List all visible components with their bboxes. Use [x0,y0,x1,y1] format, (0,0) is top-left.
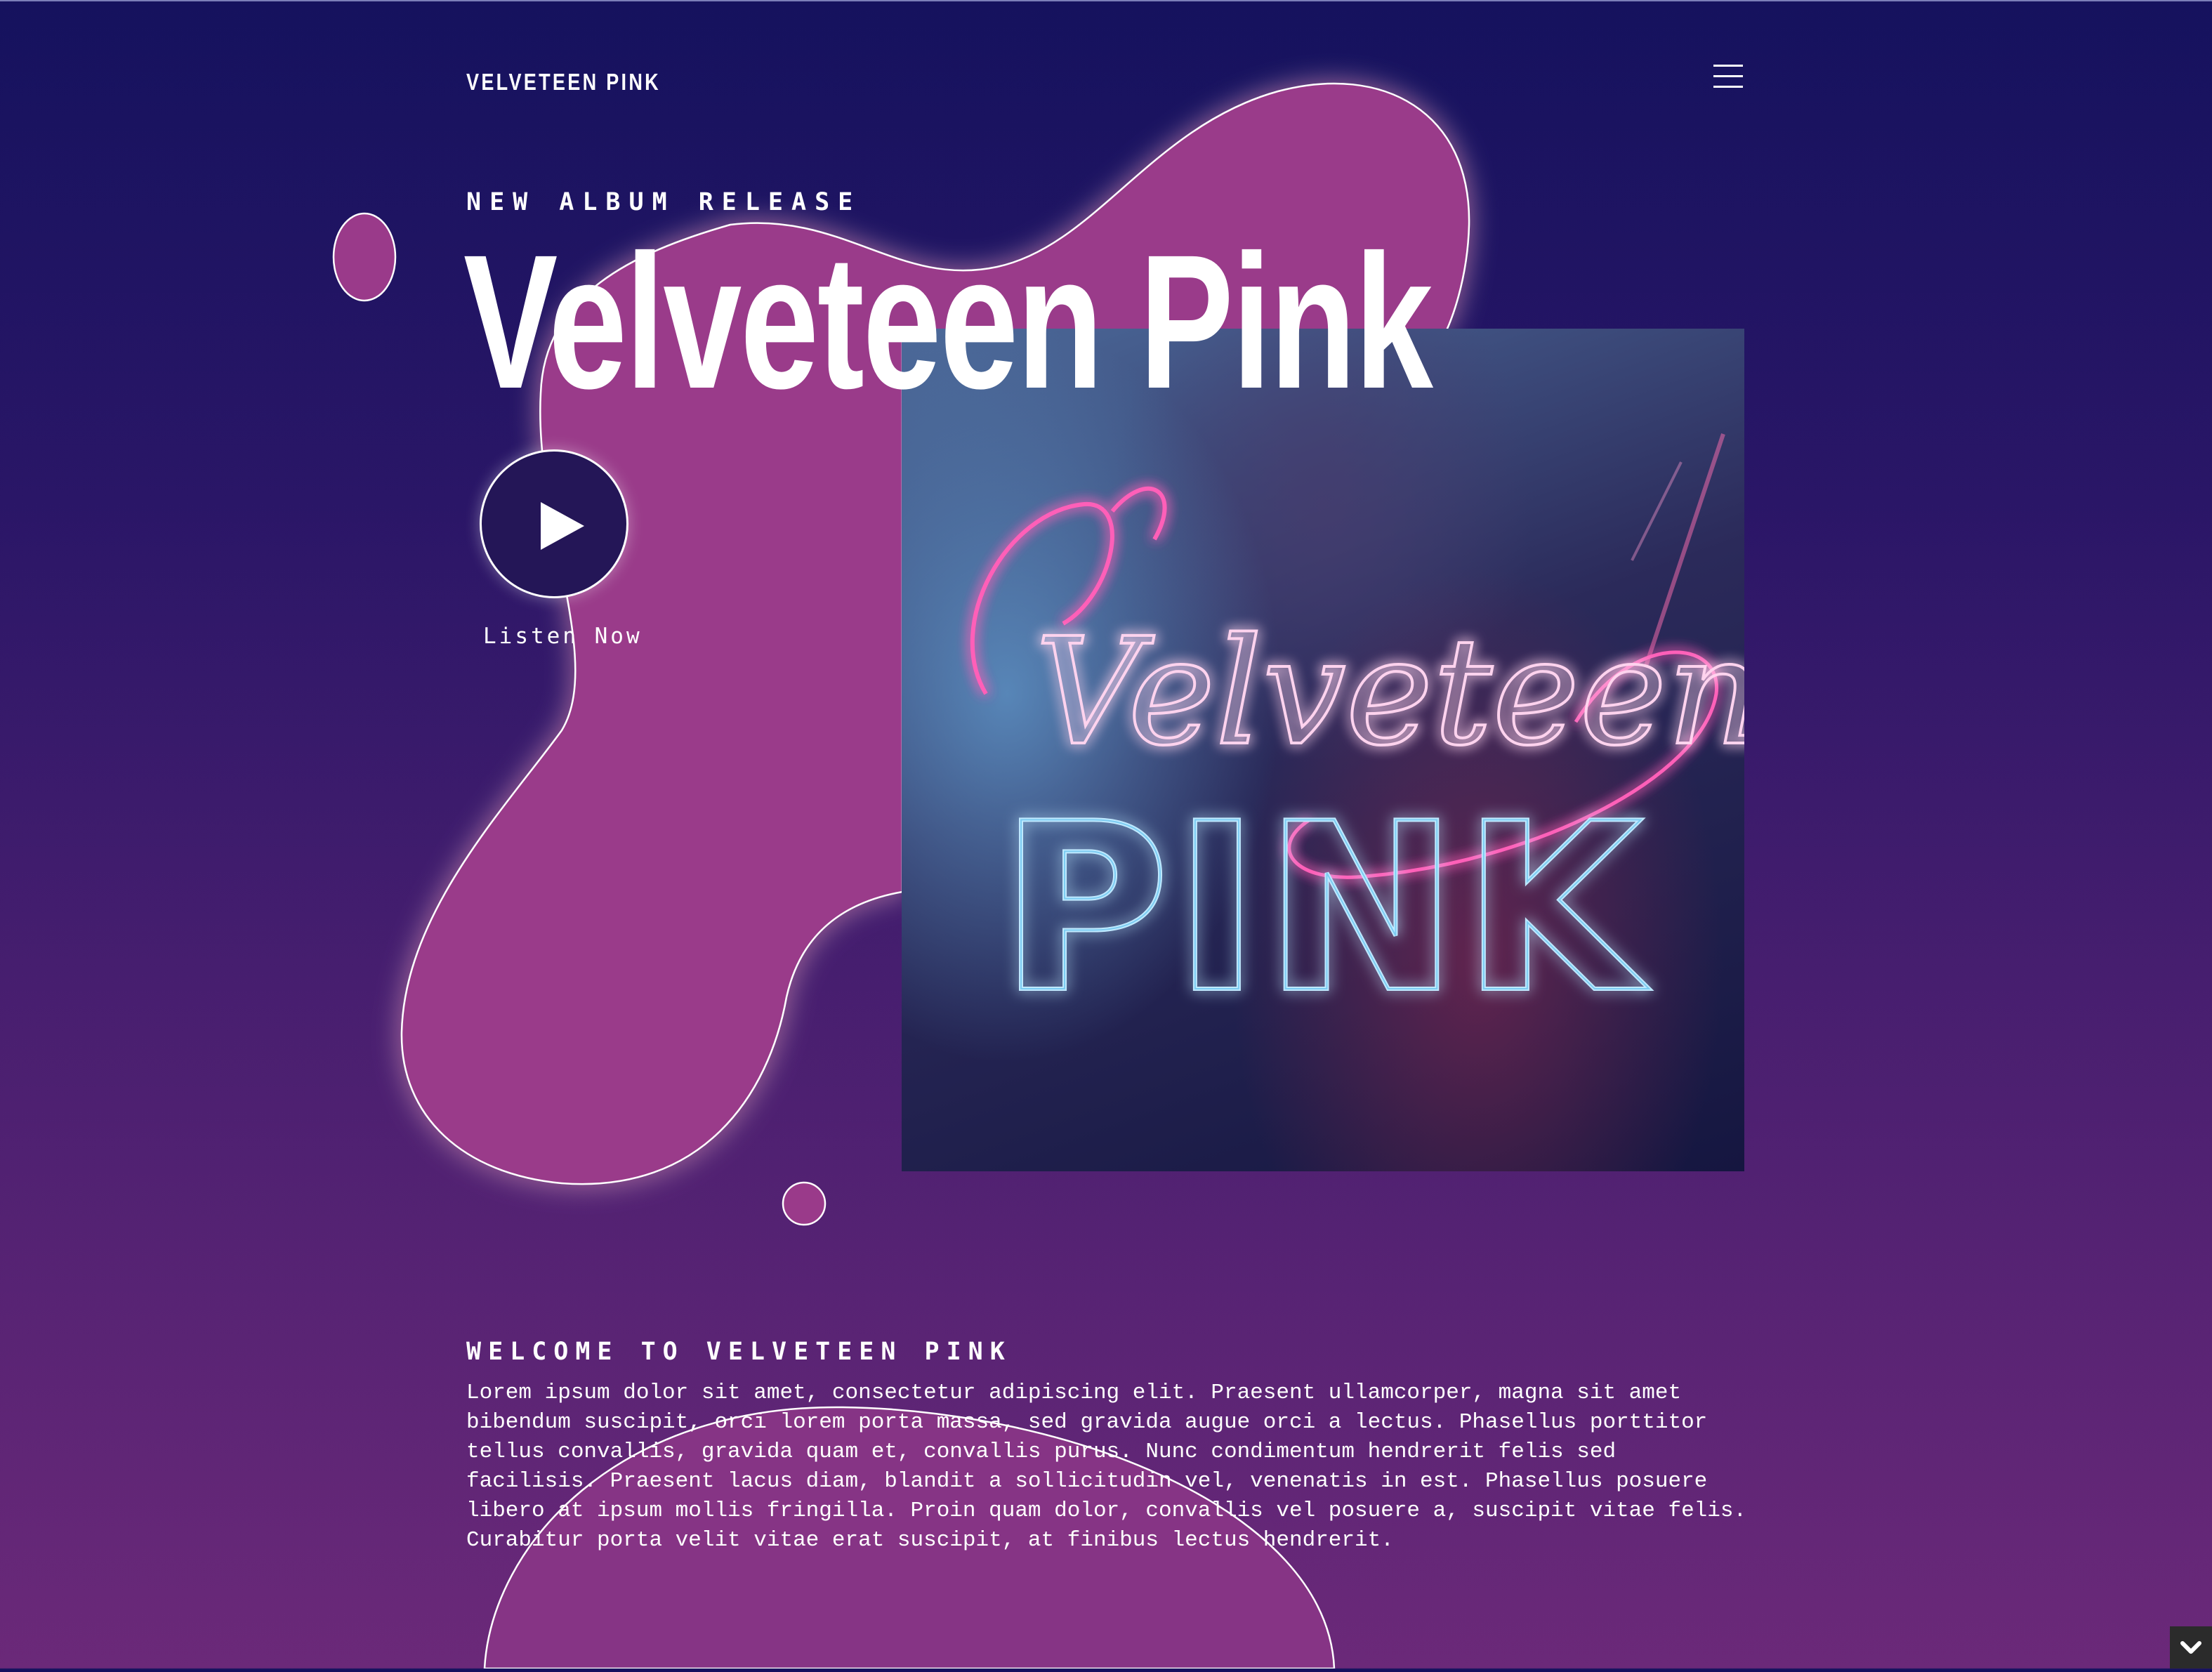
play-button[interactable] [480,449,628,598]
album-block-text-inner: PINK [1000,774,1651,1044]
menu-bar [1713,75,1743,77]
hero-title: Velveteen Pink [463,215,1433,428]
welcome-heading: WELCOME TO VELVETEEN PINK [466,1338,1012,1366]
listen-now-link[interactable]: Listen Now [483,624,643,649]
hero-kicker: NEW ALBUM RELEASE [466,188,862,216]
chevron-down-icon [2180,1641,2201,1654]
welcome-body: Lorem ipsum dolor sit amet, consectetur … [466,1381,1747,1553]
play-icon [541,502,584,550]
brand-logo[interactable]: VELVETEEN PINK [466,69,661,96]
menu-bar [1713,86,1743,88]
small-oval-blob [332,212,397,302]
hamburger-menu-icon[interactable] [1713,63,1744,91]
small-circle-blob [782,1181,827,1226]
light-streak [1631,461,1683,561]
album-art: Velveteen PINK PINK [970,433,1744,1046]
scroll-down-button[interactable] [2170,1626,2212,1668]
album-script-text: Velveteen [1035,606,1744,778]
menu-bar [1713,65,1743,67]
album-cover: Velveteen PINK PINK [902,329,1744,1171]
